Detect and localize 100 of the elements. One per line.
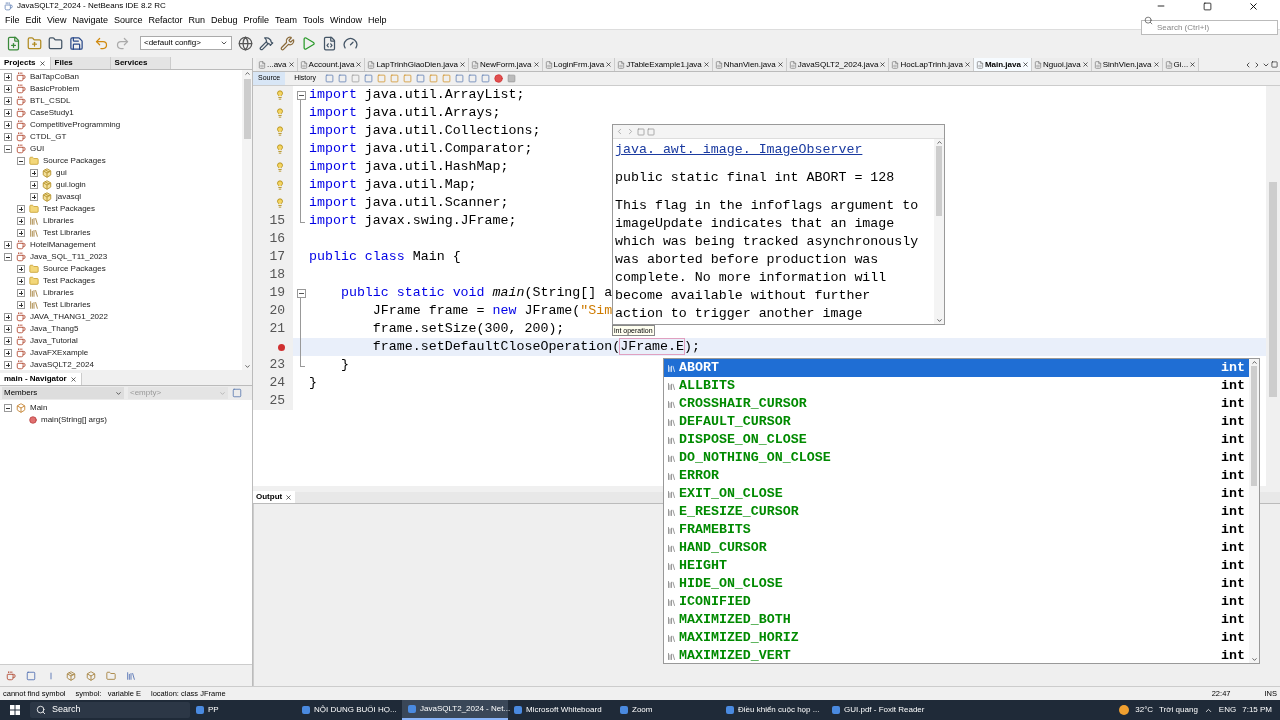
editor-tab[interactable]: JTableExample1.java <box>615 58 713 71</box>
tree-item[interactable]: JAVA_THANG1_2022 <box>30 311 108 323</box>
tree-item[interactable]: gui.login <box>56 179 86 191</box>
editor-tab[interactable]: Main.java <box>973 58 1032 71</box>
clock[interactable]: 7:15 PM <box>1242 704 1272 716</box>
line-number: 25 <box>269 392 285 411</box>
menu-item[interactable]: Profile <box>240 13 273 28</box>
tree-item[interactable]: gui <box>56 167 67 179</box>
tree-item[interactable]: GUI <box>30 143 45 155</box>
completion-item[interactable]: MAXIMIZED_VERT int <box>664 647 1249 663</box>
tree-item[interactable]: CompetitiveProgramming <box>30 119 121 131</box>
completion-item[interactable]: MAXIMIZED_BOTH int <box>664 611 1249 629</box>
panel-tab[interactable]: Services <box>110 57 171 69</box>
taskbar-app[interactable]: JavaSQLT2_2024 - Net... <box>402 700 508 720</box>
editor-tab[interactable]: HocLapTrinh.java <box>889 58 974 71</box>
completion-item[interactable]: MAXIMIZED_HORIZ int <box>664 629 1249 647</box>
tree-item[interactable]: main(String[] args) <box>41 414 107 426</box>
tree-item[interactable]: Main <box>30 402 48 414</box>
tree-item[interactable]: Java_SQL_T11_2023 <box>30 251 108 263</box>
taskbar-app[interactable]: Zoom <box>614 700 720 720</box>
code-line: import javax.swing.JFrame; <box>309 212 517 231</box>
tree-item[interactable]: Test Libraries <box>43 227 91 239</box>
tree-item[interactable]: JavaSQLT2_2024 <box>30 359 94 370</box>
code-line: import java.util.Scanner; <box>309 194 509 213</box>
completion-item[interactable]: HIDE_ON_CLOSE int <box>664 575 1249 593</box>
tree-item[interactable]: Java_Thang5 <box>30 323 79 335</box>
editor-tab[interactable]: JavaSQLT2_2024.java <box>786 58 890 71</box>
search-field[interactable]: Search (Ctrl+I) <box>1141 20 1278 35</box>
panel-tab[interactable]: main - Navigator <box>0 373 82 385</box>
tree-item[interactable]: Java_Tutorial <box>30 335 78 347</box>
taskbar-app[interactable]: GUI.pdf - Foxit Reader <box>826 700 932 720</box>
tree-item[interactable]: Source Packages <box>43 263 106 275</box>
completion-item[interactable]: ALLBITS int <box>664 377 1249 395</box>
completion-item[interactable]: ABORT int <box>664 359 1249 377</box>
tree-item[interactable]: Source Packages <box>43 155 106 167</box>
taskbar-app[interactable]: Điều khiển cuộc họp ... <box>720 700 826 720</box>
code-line: import java.util.HashMap; <box>309 158 509 177</box>
panel-tab[interactable]: Output <box>253 491 296 503</box>
completion-item[interactable]: ERROR int <box>664 467 1249 485</box>
config-dropdown[interactable]: <default config> <box>140 36 232 50</box>
taskbar-app[interactable]: PP <box>190 700 296 720</box>
menu-item[interactable]: Tools <box>300 13 328 28</box>
line-number: 20 <box>269 302 285 321</box>
javadoc-link[interactable]: java. awt. image. ImageObserver <box>615 141 932 159</box>
line-number: 23 <box>269 356 285 375</box>
menu-item[interactable]: Refactor <box>145 13 186 28</box>
tree-item[interactable]: Test Packages <box>43 203 96 215</box>
editor-tab[interactable]: SinhVien.java <box>1091 58 1163 71</box>
editor-tab[interactable]: Account.java <box>297 58 366 71</box>
tree-item[interactable]: JavaFXExample <box>30 347 89 359</box>
completion-item[interactable]: DEFAULT_CURSOR int <box>664 413 1249 431</box>
editor-tab[interactable]: Gi... <box>1162 58 1200 71</box>
completion-item[interactable]: HEIGHT int <box>664 557 1249 575</box>
editor-tab[interactable]: Nguoi.java <box>1031 58 1092 71</box>
completion-item[interactable]: E_RESIZE_CURSOR int <box>664 503 1249 521</box>
tree-item[interactable]: HotelManagement <box>30 239 96 251</box>
completion-item[interactable]: ICONIFIED int <box>664 593 1249 611</box>
menu-item[interactable]: Source <box>110 13 146 28</box>
panel-tab[interactable]: Files <box>50 57 111 69</box>
editor-tab[interactable]: NhanVien.java <box>712 58 787 71</box>
code-line: JFrame frame = new JFrame("Sim <box>371 302 613 321</box>
completion-item[interactable]: EXIT_ON_CLOSE int <box>664 485 1249 503</box>
weather-text: Trời quang <box>1159 704 1198 716</box>
menu-item[interactable]: File <box>2 13 23 28</box>
code-line: import java.util.Collections; <box>309 122 541 141</box>
menu-item[interactable]: Window <box>327 13 366 28</box>
completion-item[interactable]: CROSSHAIR_CURSOR int <box>664 395 1249 413</box>
tree-item[interactable]: Libraries <box>43 215 74 227</box>
completion-item[interactable]: DISPOSE_ON_CLOSE int <box>664 431 1249 449</box>
taskbar-search[interactable]: Search <box>30 702 190 718</box>
editor-tab[interactable]: ...ava <box>256 58 298 71</box>
menu-item[interactable]: Run <box>185 13 208 28</box>
completion-item[interactable]: HAND_CURSOR int <box>664 539 1249 557</box>
editor-tab[interactable]: LapTrinhGiaoDien.java <box>365 58 469 71</box>
tree-item[interactable]: Test Packages <box>43 275 96 287</box>
menu-item[interactable]: Debug <box>208 13 241 28</box>
taskbar-app[interactable]: NỘI DUNG BUỔI HỌ... <box>296 700 402 720</box>
menu-item[interactable]: Edit <box>22 13 45 28</box>
tree-item[interactable]: CaseStudy1 <box>30 107 74 119</box>
tree-item[interactable]: BTL_CSDL <box>30 95 71 107</box>
completion-item[interactable]: DO_NOTHING_ON_CLOSE int <box>664 449 1249 467</box>
code-line: } <box>309 374 317 393</box>
completion-item[interactable]: FRAMEBITS int <box>664 521 1249 539</box>
language[interactable]: ENG <box>1218 704 1237 716</box>
panel-tab[interactable]: Projects <box>0 57 51 69</box>
line-number: 18 <box>269 266 285 285</box>
tree-item[interactable]: BasicProblem <box>30 83 80 95</box>
menu-item[interactable]: Navigate <box>69 13 111 28</box>
tree-item[interactable]: BaiTapCoBan <box>30 71 79 83</box>
tree-item[interactable]: Libraries <box>43 287 74 299</box>
tree-item[interactable]: Test Libraries <box>43 299 91 311</box>
menu-item[interactable]: Team <box>272 13 301 28</box>
editor-tab[interactable]: NewForm.java <box>468 58 543 71</box>
menu-item[interactable]: Help <box>365 13 390 28</box>
editor-tab[interactable]: LoginFrm.java <box>542 58 616 71</box>
tree-item[interactable]: CTDL_GT <box>30 131 67 143</box>
taskbar-app[interactable]: Microsoft Whiteboard <box>508 700 614 720</box>
menu-item[interactable]: View <box>44 13 70 28</box>
members-dropdown[interactable]: Members <box>2 387 124 399</box>
tree-item[interactable]: javasql <box>56 191 81 203</box>
